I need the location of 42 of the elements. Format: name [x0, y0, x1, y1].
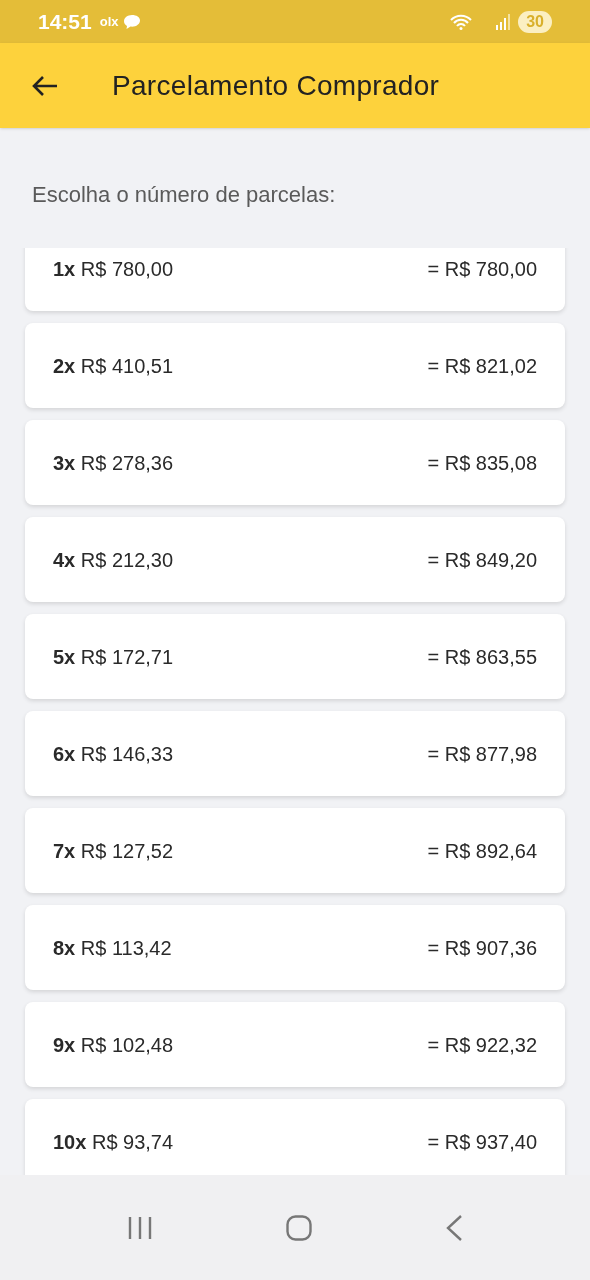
recent-apps-icon[interactable]	[126, 1215, 153, 1240]
prompt-text: Escolha o número de parcelas:	[32, 181, 337, 209]
installment-total: = R$ 849,20	[427, 547, 537, 573]
installment-total: = R$ 937,40	[427, 1129, 537, 1155]
installment-amount: 9x R$ 102,48	[53, 1032, 174, 1058]
installment-total: = R$ 892,64	[427, 838, 537, 864]
signal-icon	[496, 13, 511, 30]
battery-indicator: 30	[518, 10, 552, 33]
installment-option[interactable]: 1x R$ 780,00 = R$ 780,00	[25, 248, 565, 311]
installment-amount: 5x R$ 172,71	[53, 644, 174, 670]
installment-option[interactable]: 10x R$ 93,74 = R$ 937,40	[25, 1099, 565, 1175]
installment-option[interactable]: 8x R$ 113,42 = R$ 907,36	[25, 905, 565, 990]
installment-amount: 6x R$ 146,33	[53, 741, 174, 767]
chat-bubble-icon	[122, 13, 141, 30]
home-icon[interactable]	[286, 1214, 312, 1241]
installment-total: = R$ 821,02	[427, 353, 537, 379]
installment-total: = R$ 877,98	[427, 741, 537, 767]
installment-total: = R$ 835,08	[427, 450, 537, 476]
installment-option[interactable]: 5x R$ 172,71 = R$ 863,55	[25, 614, 565, 699]
installment-total: = R$ 780,00	[427, 256, 537, 282]
installment-option[interactable]: 2x R$ 410,51 = R$ 821,02	[25, 323, 565, 408]
installment-amount: 8x R$ 113,42	[53, 935, 172, 961]
installment-amount: 4x R$ 212,30	[53, 547, 174, 573]
wifi-icon	[450, 13, 473, 30]
installment-total: = R$ 863,55	[427, 644, 537, 670]
app-notification-label: olx	[99, 12, 119, 31]
back-arrow-icon	[31, 73, 59, 98]
screen-title: Parcelamento Comprador	[112, 68, 440, 103]
installment-amount: 2x R$ 410,51	[53, 353, 174, 379]
installment-amount: 10x R$ 93,74	[53, 1129, 174, 1155]
status-time: 14:51	[38, 8, 92, 35]
installment-option[interactable]: 7x R$ 127,52 = R$ 892,64	[25, 808, 565, 893]
back-nav-icon[interactable]	[445, 1214, 464, 1241]
installment-option[interactable]: 4x R$ 212,30 = R$ 849,20	[25, 517, 565, 602]
installment-option[interactable]: 6x R$ 146,33 = R$ 877,98	[25, 711, 565, 796]
installment-amount: 7x R$ 127,52	[53, 838, 174, 864]
installment-option[interactable]: 9x R$ 102,48 = R$ 922,32	[25, 1002, 565, 1087]
installment-amount: 1x R$ 780,00	[53, 256, 174, 282]
installment-total: = R$ 907,36	[427, 935, 537, 961]
installment-amount: 3x R$ 278,36	[53, 450, 174, 476]
installment-total: = R$ 922,32	[427, 1032, 537, 1058]
installment-option[interactable]: 3x R$ 278,36 = R$ 835,08	[25, 420, 565, 505]
